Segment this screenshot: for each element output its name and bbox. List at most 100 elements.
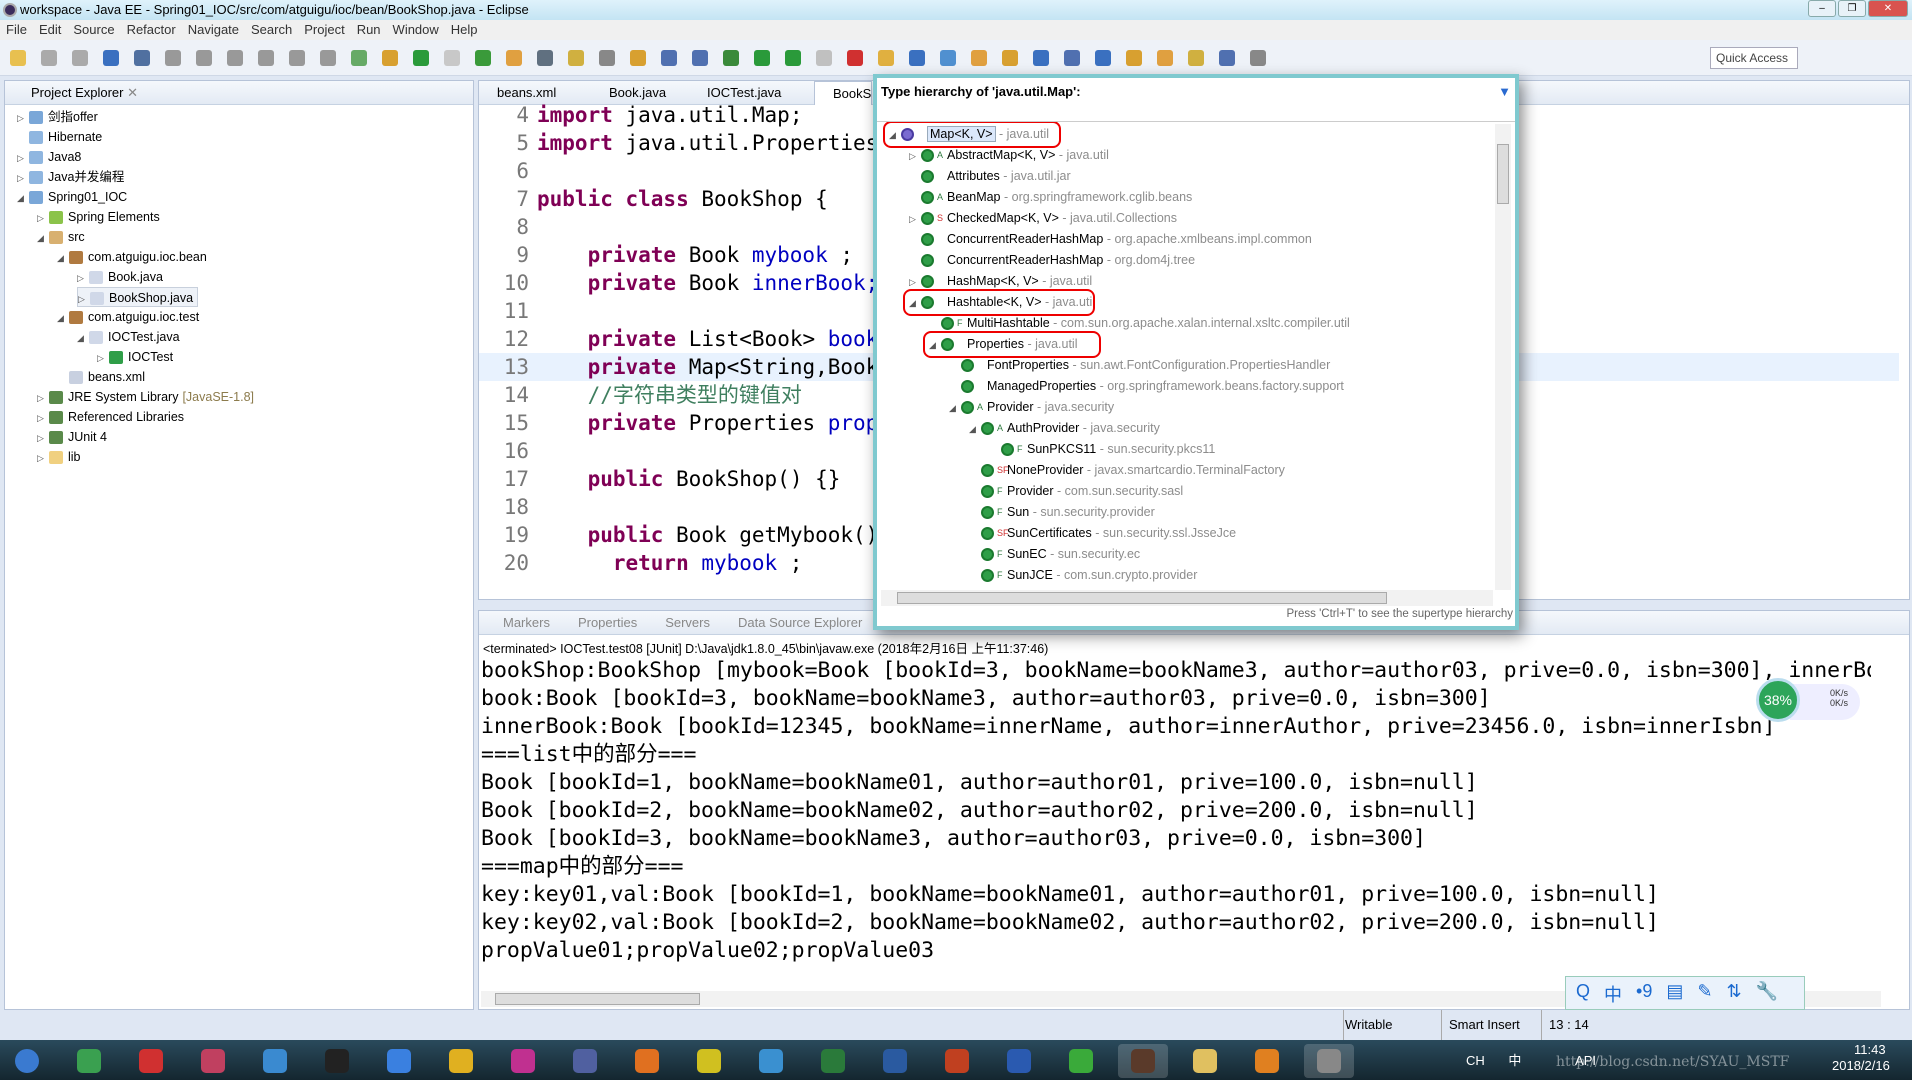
network-monitor[interactable]: 38% xyxy=(1756,678,1800,722)
ime-button[interactable]: ✎ xyxy=(1697,981,1712,1005)
tree-item[interactable]: ◢ com.atguigu.ioc.test xyxy=(57,307,199,327)
menu-project[interactable]: Project xyxy=(304,22,344,37)
tree-item[interactable]: ▷ Spring Elements xyxy=(37,207,160,227)
toolbar-button[interactable] xyxy=(723,50,739,66)
menu-file[interactable]: File xyxy=(6,22,27,37)
hierarchy-item[interactable]: F SunEC - sun.security.ec xyxy=(969,544,1140,565)
expand-arrow-icon[interactable]: ◢ xyxy=(57,308,69,328)
hierarchy-item[interactable]: ◢ A AuthProvider - java.security xyxy=(969,418,1160,439)
ime-button[interactable]: 🔧 xyxy=(1756,981,1778,1005)
toolbar-button[interactable] xyxy=(413,50,429,66)
expand-arrow-icon[interactable]: ▷ xyxy=(17,168,29,188)
toolbar-button[interactable] xyxy=(320,50,336,66)
taskbar-explorer[interactable] xyxy=(1180,1044,1230,1078)
tree-item[interactable]: ▷ JUnit 4 xyxy=(37,427,107,447)
expand-arrow-icon[interactable]: ▷ xyxy=(78,289,90,309)
taskbar-tool[interactable] xyxy=(188,1044,238,1078)
taskbar-feather[interactable] xyxy=(498,1044,548,1078)
ime-button[interactable]: 中 xyxy=(1604,981,1622,1005)
vertical-scrollbar[interactable] xyxy=(1495,124,1511,590)
tree-item[interactable]: ▷ Referenced Libraries xyxy=(37,407,184,427)
menu-source[interactable]: Source xyxy=(73,22,114,37)
taskbar-eclipse[interactable] xyxy=(1118,1044,1168,1078)
toolbar-button[interactable] xyxy=(227,50,243,66)
taskbar-media-player[interactable] xyxy=(1242,1044,1292,1078)
toolbar-button[interactable] xyxy=(568,50,584,66)
menu-refactor[interactable]: Refactor xyxy=(127,22,176,37)
expand-arrow-icon[interactable]: ▷ xyxy=(37,448,49,468)
taskbar-feishu[interactable] xyxy=(374,1044,424,1078)
ime-button[interactable]: ▤ xyxy=(1666,981,1683,1005)
taskbar-visio[interactable] xyxy=(870,1044,920,1078)
hierarchy-item[interactable]: ◢ASunJSSE - sun.security.ssl xyxy=(969,586,1156,588)
tree-item[interactable]: ◢ com.atguigu.ioc.bean xyxy=(57,247,207,267)
console-tab[interactable]: Servers xyxy=(665,615,710,630)
tree-item[interactable]: beans.xml xyxy=(57,367,145,387)
taskbar-powerpoint[interactable] xyxy=(932,1044,982,1078)
toolbar-button[interactable] xyxy=(506,50,522,66)
toolbar-button[interactable] xyxy=(289,50,305,66)
menu-run[interactable]: Run xyxy=(357,22,381,37)
toolbar-button[interactable] xyxy=(351,50,367,66)
hierarchy-item[interactable]: ▷ S CheckedMap<K, V> - java.util.Collectio… xyxy=(909,208,1177,229)
taskbar-firefox[interactable] xyxy=(622,1044,672,1078)
tree-item[interactable]: Hibernate xyxy=(17,127,102,147)
toolbar-button[interactable] xyxy=(444,50,460,66)
toolbar-button[interactable] xyxy=(1064,50,1080,66)
tree-item[interactable]: ▷ JRE System Library [JavaSE-1.8] xyxy=(37,387,254,407)
tree-item[interactable]: ▷ Java8 xyxy=(17,147,81,167)
expand-arrow-icon[interactable]: ◢ xyxy=(969,587,981,588)
hierarchy-item[interactable]: F SunPKCS11 - sun.security.pkcs11 xyxy=(989,439,1215,460)
toolbar-button[interactable] xyxy=(754,50,770,66)
toolbar-button[interactable] xyxy=(1219,50,1235,66)
tree-item[interactable]: ▷ lib xyxy=(37,447,81,467)
hierarchy-item[interactable]: SFSunCertificates - sun.security.ssl.Jss… xyxy=(969,523,1236,544)
tree-item[interactable]: ◢ IOCTest.java xyxy=(77,327,180,347)
toolbar-button[interactable] xyxy=(878,50,894,66)
toolbar-button[interactable] xyxy=(258,50,274,66)
close-icon[interactable]: ✕ xyxy=(127,85,138,100)
toolbar-button[interactable] xyxy=(165,50,181,66)
expand-arrow-icon[interactable]: ◢ xyxy=(17,188,29,208)
toolbar-button[interactable] xyxy=(909,50,925,66)
expand-arrow-icon[interactable]: ▷ xyxy=(37,428,49,448)
expand-arrow-icon[interactable]: ▷ xyxy=(17,108,29,128)
taskbar-cloud-music[interactable] xyxy=(684,1044,734,1078)
hierarchy-item[interactable]: F Sun - sun.security.provider xyxy=(969,502,1155,523)
tree-item[interactable]: ▷ Book.java xyxy=(77,267,163,287)
toolbar-button[interactable] xyxy=(103,50,119,66)
tree-item[interactable]: ◢ src xyxy=(37,227,85,247)
toolbar-button[interactable] xyxy=(599,50,615,66)
taskbar-netease-music[interactable] xyxy=(126,1044,176,1078)
hierarchy-item[interactable]: ManagedProperties - org.springframework.… xyxy=(949,376,1344,397)
toolbar-button[interactable] xyxy=(10,50,26,66)
clock-date[interactable]: 2018/2/16 xyxy=(1832,1058,1890,1073)
tree-item[interactable]: ▷ BookShop.java xyxy=(77,287,199,309)
hierarchy-item[interactable]: ▷ A AbstractMap<K, V> - java.util xyxy=(909,145,1109,166)
ime-button[interactable]: Q xyxy=(1576,981,1590,1005)
toolbar-button[interactable] xyxy=(661,50,677,66)
expand-arrow-icon[interactable]: ▷ xyxy=(37,408,49,428)
expand-arrow-icon[interactable]: ▷ xyxy=(909,209,921,230)
minimize-button[interactable]: – xyxy=(1808,0,1836,17)
expand-arrow-icon[interactable]: ▷ xyxy=(77,268,89,288)
toolbar-button[interactable] xyxy=(196,50,212,66)
menu-search[interactable]: Search xyxy=(251,22,292,37)
hierarchy-item[interactable]: F Provider - com.sun.security.sasl xyxy=(969,481,1183,502)
toolbar-button[interactable] xyxy=(41,50,57,66)
hierarchy-item[interactable]: ConcurrentReaderHashMap - org.dom4j.tree xyxy=(909,250,1195,271)
toolbar-button[interactable] xyxy=(847,50,863,66)
clock-time[interactable]: 11:43 xyxy=(1854,1042,1886,1057)
hierarchy-item[interactable]: A BeanMap - org.springframework.cglib.bea… xyxy=(909,187,1192,208)
console-tab[interactable]: Data Source Explorer xyxy=(738,615,862,630)
expand-arrow-icon[interactable]: ◢ xyxy=(37,228,49,248)
taskbar-cmd[interactable] xyxy=(312,1044,362,1078)
menu-navigate[interactable]: Navigate xyxy=(188,22,239,37)
menu-edit[interactable]: Edit xyxy=(39,22,61,37)
quick-access-input[interactable]: Quick Access xyxy=(1710,47,1798,69)
menu-help[interactable]: Help xyxy=(451,22,478,37)
hierarchy-item[interactable]: ◢ A Provider - java.security xyxy=(949,397,1114,418)
toolbar-button[interactable] xyxy=(1188,50,1204,66)
hierarchy-item[interactable]: ConcurrentReaderHashMap - org.apache.xml… xyxy=(909,229,1312,250)
project-explorer-tab[interactable]: Project Explorer ✕ xyxy=(5,81,473,105)
